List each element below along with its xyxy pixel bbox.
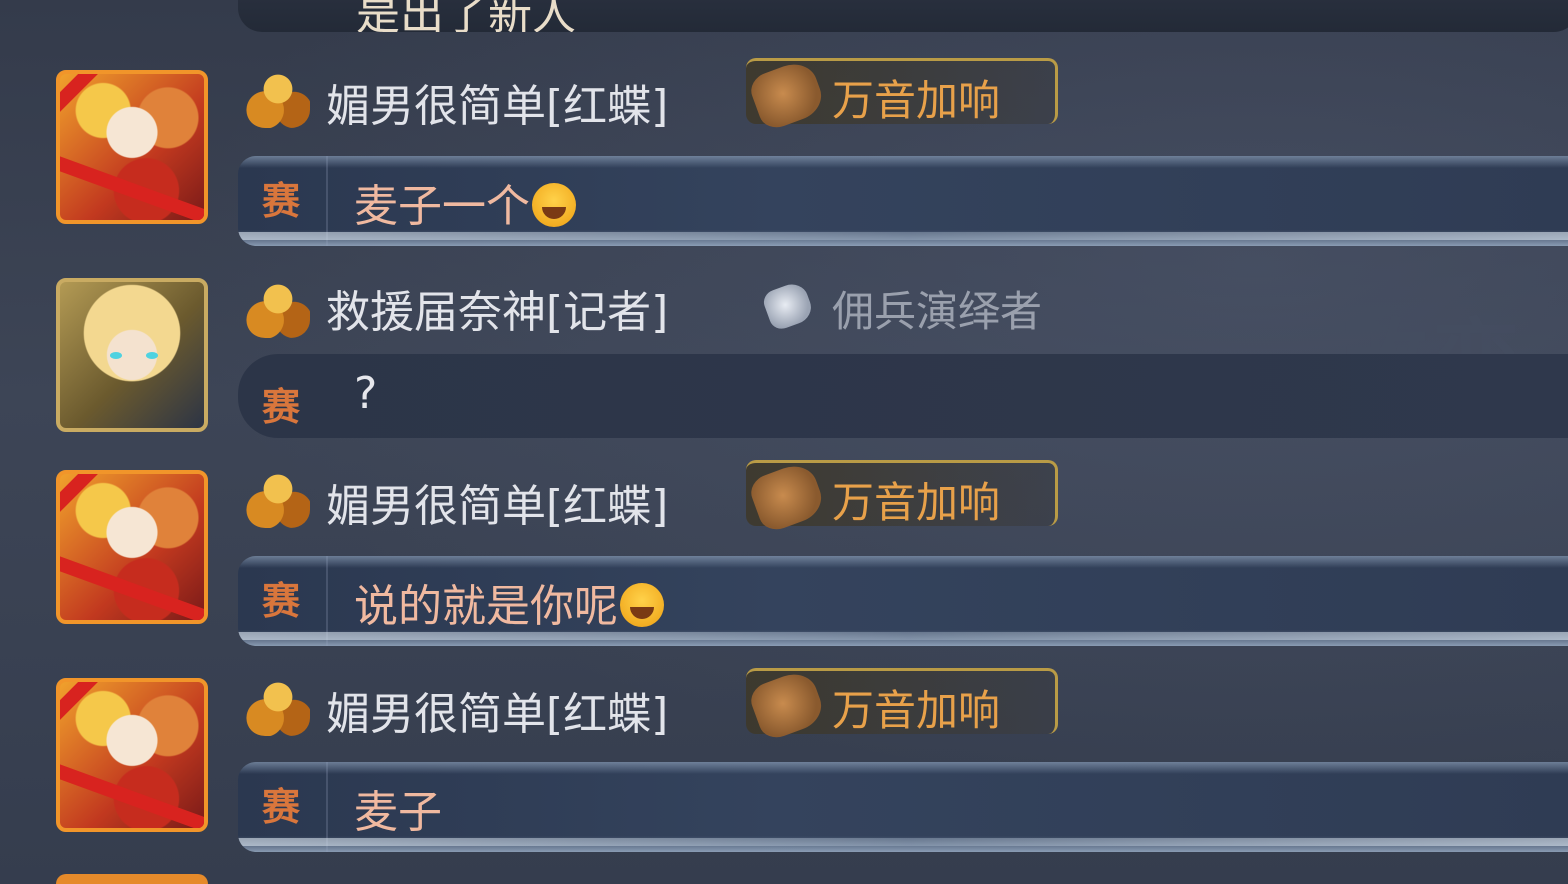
avatar[interactable] xyxy=(56,678,208,832)
title-tag: 万音加响 xyxy=(746,459,1058,535)
avatar-ribbon-icon xyxy=(60,555,204,620)
rank-badge-icon xyxy=(246,68,310,128)
username[interactable]: 媚男很简单[红蝶] xyxy=(326,470,668,534)
title-tag-label: 万音加响 xyxy=(832,686,1001,735)
match-prefix-label: 赛 xyxy=(262,179,301,223)
next-avatar-partial xyxy=(56,874,208,884)
avatar[interactable] xyxy=(56,278,208,432)
avatar[interactable] xyxy=(56,70,208,224)
avatar-eye-icon xyxy=(110,352,122,359)
username[interactable]: 救援届奈神[记者] xyxy=(326,276,668,340)
match-prefix-label: 赛 xyxy=(262,385,301,429)
message-text: ? xyxy=(354,368,378,419)
match-prefix-label: 赛 xyxy=(262,579,301,623)
message-text-container: 麦子一个 xyxy=(354,170,576,234)
avatar-ribbon-icon xyxy=(60,763,204,828)
title-tag: 万音加响 xyxy=(746,667,1058,743)
paw-token-icon xyxy=(746,667,828,743)
message-text: 说的就是你呢 xyxy=(354,581,618,632)
message-bubble: 赛 麦子一个 xyxy=(238,156,1568,246)
message-bubble: 赛 ? xyxy=(238,354,1568,438)
message-text-container: 说的就是你呢 xyxy=(354,570,664,634)
message-bubble: 赛 麦子 xyxy=(238,762,1568,852)
laughing-tears-emoji-icon xyxy=(620,583,664,627)
rank-badge-icon xyxy=(246,278,310,338)
title-tag-label: 万音加响 xyxy=(832,76,1001,125)
avatar-ribbon-icon xyxy=(60,155,204,220)
laughing-tears-emoji-icon xyxy=(532,183,576,227)
rank-badge-icon xyxy=(246,468,310,528)
chat-screen: 改变 是出了新人 媚男很简单[红蝶] 万音加响 赛 麦子一个 救援届奈神[记 xyxy=(0,0,1568,884)
avatar[interactable] xyxy=(56,470,208,624)
title-tag: 佣兵演绎者 xyxy=(746,272,1058,338)
message-text: 麦子一个 xyxy=(354,181,530,232)
avatar-ribbon-icon xyxy=(60,474,105,517)
message-text-container: ? xyxy=(354,368,377,419)
avatar-eye-icon xyxy=(146,352,158,359)
bubble-divider xyxy=(326,762,328,852)
partial-message-bubble: 是出了新人 xyxy=(238,0,1568,32)
username[interactable]: 媚男很简单[红蝶] xyxy=(326,70,668,134)
message-text: 麦子 xyxy=(354,787,442,838)
title-tag-label: 佣兵演绎者 xyxy=(832,287,1043,336)
bubble-divider xyxy=(326,556,328,646)
paw-token-icon xyxy=(746,459,828,535)
title-tag-label: 万音加响 xyxy=(832,478,1001,527)
title-tag: 万音加响 xyxy=(746,57,1058,133)
username[interactable]: 媚男很简单[红蝶] xyxy=(326,678,668,742)
match-prefix-label: 赛 xyxy=(262,785,301,829)
message-text-container: 麦子 xyxy=(354,776,442,840)
avatar-ribbon-icon xyxy=(60,74,105,117)
avatar-ribbon-icon xyxy=(60,682,105,725)
pebble-token-icon xyxy=(760,279,816,333)
partial-message-text: 是出了新人 xyxy=(356,0,576,32)
paw-token-icon xyxy=(746,57,828,133)
bubble-divider xyxy=(326,156,328,246)
message-bubble: 赛 说的就是你呢 xyxy=(238,556,1568,646)
rank-badge-icon xyxy=(246,676,310,736)
